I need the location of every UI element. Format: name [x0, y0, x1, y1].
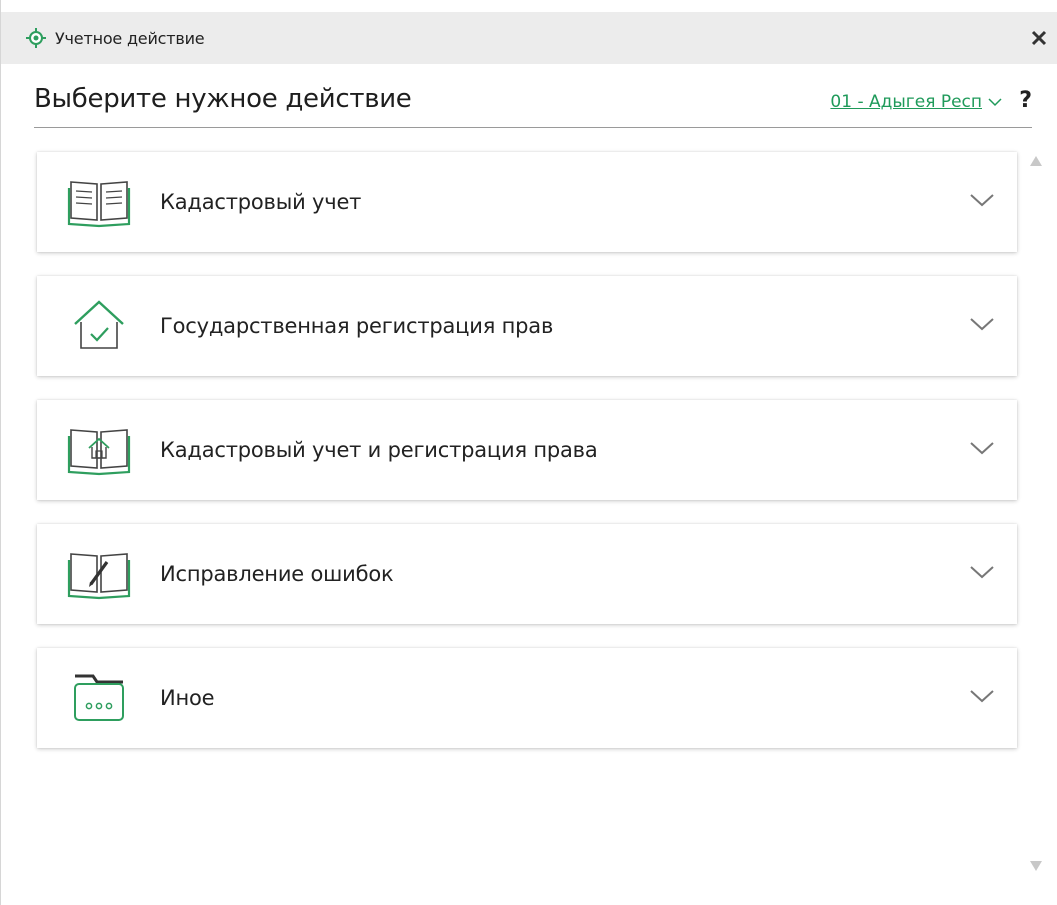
chevron-down-icon	[970, 566, 994, 579]
close-button[interactable]	[1027, 26, 1051, 50]
chevron-down-icon	[988, 97, 1002, 107]
action-list: Кадастровый учет Государственная регистр…	[37, 152, 1017, 772]
header: Выберите нужное действие 01 - Адыгея Рес…	[34, 78, 1032, 128]
action-label: Кадастровый учет	[160, 190, 362, 214]
region-selector[interactable]: 01 - Адыгея Респ	[830, 92, 1002, 112]
book-house-icon	[67, 424, 131, 476]
chevron-down-icon	[970, 690, 994, 703]
close-icon	[1031, 30, 1047, 46]
house-check-icon	[67, 300, 131, 352]
crosshair-icon	[25, 27, 47, 49]
page-title: Выберите нужное действие	[34, 84, 412, 114]
dialog-window: Учетное действие Выберите нужное действи…	[0, 0, 1057, 905]
action-state-rights-registration[interactable]: Государственная регистрация прав	[37, 276, 1017, 376]
chevron-down-icon	[970, 318, 994, 331]
window-title: Учетное действие	[55, 28, 205, 48]
region-label: 01 - Адыгея Респ	[830, 92, 982, 112]
action-label: Государственная регистрация прав	[160, 314, 554, 338]
action-label: Кадастровый учет и регистрация права	[160, 438, 598, 462]
action-label: Исправление ошибок	[160, 562, 394, 586]
action-cadastral-and-rights-registration[interactable]: Кадастровый учет и регистрация права	[37, 400, 1017, 500]
chevron-down-icon	[970, 442, 994, 455]
title-bar: Учетное действие	[1, 12, 1057, 64]
action-cadastral-registration[interactable]: Кадастровый учет	[37, 152, 1017, 252]
chevron-down-icon	[970, 194, 994, 207]
action-label: Иное	[160, 686, 215, 710]
action-error-correction[interactable]: Исправление ошибок	[37, 524, 1017, 624]
open-book-icon	[67, 176, 131, 228]
scroll-up-arrow-icon[interactable]	[1029, 152, 1043, 166]
scroll-down-arrow-icon[interactable]	[1029, 857, 1043, 871]
help-button[interactable]: ?	[1019, 88, 1032, 113]
book-pen-icon	[67, 548, 131, 600]
action-other[interactable]: Иное	[37, 648, 1017, 748]
folder-dots-icon	[67, 672, 131, 724]
